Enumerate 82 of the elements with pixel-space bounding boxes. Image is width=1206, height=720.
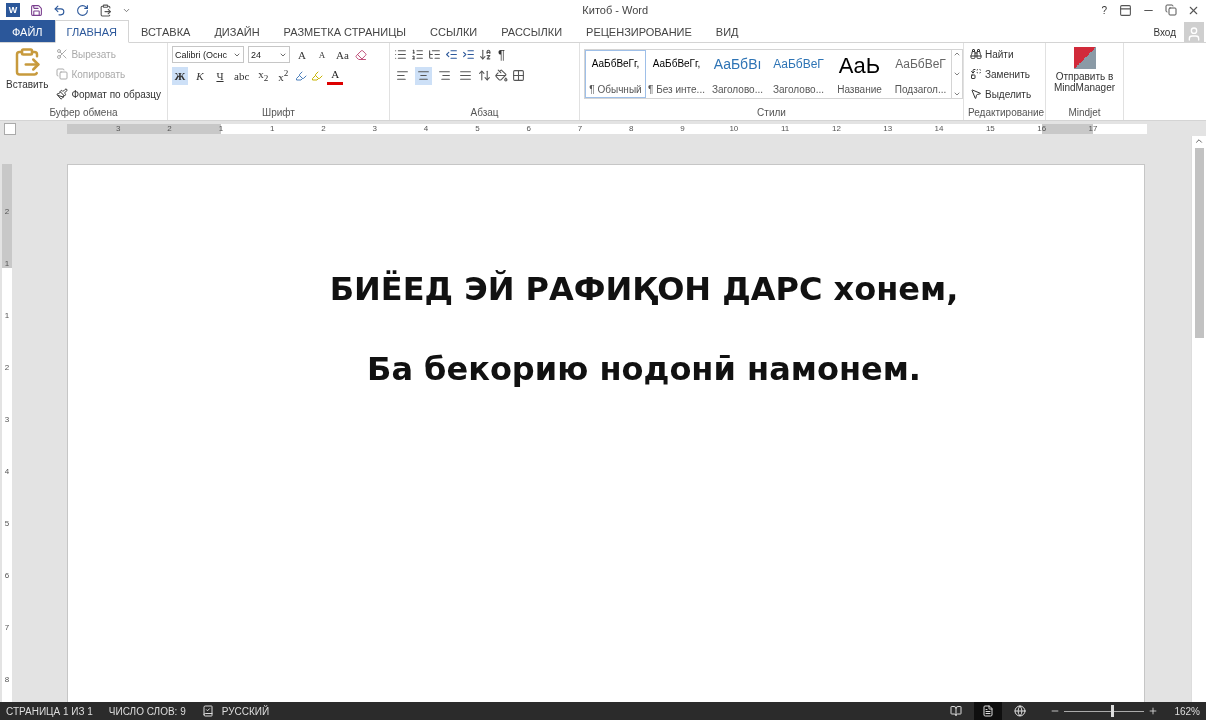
paintbrush-icon (56, 88, 69, 100)
language-label[interactable]: РУССКИЙ (221, 705, 270, 717)
style-item[interactable]: АаБбВеГг, ¶ Обычный (585, 50, 646, 98)
font-color-button[interactable]: A (327, 66, 344, 85)
bullets-icon[interactable] (394, 48, 407, 61)
scrollbar[interactable] (1191, 136, 1206, 702)
chevron-up-icon (1194, 136, 1204, 146)
format-button[interactable]: Ч (212, 66, 228, 85)
view-button[interactable] (974, 702, 1003, 720)
change-case-button[interactable]: Aa (334, 45, 351, 64)
slider-thumb[interactable] (1110, 705, 1114, 717)
group-label: Шрифт (261, 106, 296, 120)
restore-icon[interactable] (1165, 4, 1177, 16)
group-label: Mindjet (1067, 106, 1102, 120)
decrease-indent-icon[interactable] (445, 48, 458, 61)
proofing-icon[interactable] (201, 705, 214, 717)
vertical-ruler[interactable]: 2 1 1 2 3 4 5 6 7 8 (2, 164, 12, 702)
help-button[interactable]: ? (1099, 1, 1109, 19)
redo-icon[interactable] (76, 3, 89, 17)
show-formatting-button[interactable]: ¶ (496, 45, 507, 64)
clipboard-icon[interactable] (99, 3, 112, 17)
zoom-level[interactable]: 162% (1174, 705, 1200, 717)
select-button[interactable]: Выделить (968, 85, 1034, 103)
align-icon (438, 69, 451, 82)
word-count[interactable]: ЧИСЛО СЛОВ: 9 (108, 705, 186, 717)
scissors-icon (56, 48, 69, 60)
eraser-icon[interactable] (354, 48, 367, 61)
document-icon (982, 705, 995, 717)
numbering-icon[interactable] (411, 48, 424, 61)
page-count[interactable]: СТРАНИЦА 1 ИЗ 1 (6, 705, 93, 717)
document-text: Ба бекорию нодонӣ намонем. (366, 350, 921, 388)
replace-button[interactable]: Заменить (968, 65, 1034, 83)
align-icon (417, 69, 430, 82)
ribbon-tab[interactable]: ГЛАВНАЯ (54, 20, 130, 43)
copy-icon (56, 68, 69, 80)
window-title: Китоб - Word (581, 4, 650, 16)
increase-indent-icon[interactable] (462, 48, 475, 61)
mindmanager-button[interactable]: Отправить в MindManager (1050, 45, 1119, 105)
format-button[interactable]: К (192, 66, 208, 85)
file-tab[interactable]: ФАЙЛ (0, 20, 55, 42)
scrollbar-thumb[interactable] (1194, 148, 1204, 338)
mindjet-logo (1073, 47, 1096, 69)
chevron-up-icon (953, 50, 961, 58)
multilevel-list-icon[interactable] (428, 48, 441, 61)
group-label: Буфер обмена (48, 106, 119, 120)
borders-icon[interactable] (512, 69, 525, 82)
gallery-scroll[interactable] (951, 50, 962, 98)
document-page[interactable]: БИЁЕД ЭЙ РАФИҚОН ДАРС хонем, Ба бекорию нодонӣ намонем. (67, 164, 1145, 702)
group-label: Абзац (469, 106, 500, 120)
ribbon-display-icon[interactable] (1119, 3, 1132, 17)
sort-icon[interactable] (479, 48, 492, 61)
align-button[interactable] (415, 66, 432, 85)
paste-button[interactable]: Вставить (4, 45, 51, 105)
globe-icon (1014, 705, 1027, 717)
cursor-icon (970, 88, 982, 100)
replace-icon (970, 68, 982, 80)
undo-icon[interactable] (53, 3, 66, 17)
align-icon (459, 69, 472, 82)
binoculars-icon (970, 48, 982, 60)
app-logo[interactable]: W (6, 3, 20, 17)
font-name-field[interactable]: Calibri (Оснс (172, 46, 244, 63)
grow-font-button[interactable]: A (294, 45, 310, 64)
book-icon (950, 705, 963, 717)
format-painter-button[interactable]: Формат по образцу (54, 85, 164, 103)
chevron-down-icon (953, 70, 961, 78)
chevron-down-icon (953, 90, 961, 98)
format-button[interactable]: x$^{2}$ (275, 66, 292, 85)
font-size-field[interactable]: 24 (248, 46, 290, 63)
align-icon (396, 69, 409, 82)
group-label: Стили (756, 106, 787, 120)
shrink-font-button[interactable]: A (314, 45, 330, 64)
zoom-in-icon[interactable] (1148, 706, 1159, 716)
save-icon[interactable] (30, 3, 43, 17)
horizontal-ruler[interactable]: 3 2 1 1 2 3 4 5 6 7 8 9 10 11 12 13 14 15 16 17 (67, 123, 1147, 134)
format-button[interactable]: abc (232, 66, 252, 85)
format-button[interactable]: Ж (172, 66, 188, 85)
document-text: БИЁЕД ЭЙ РАФИҚОН ДАРС хонем, (328, 270, 959, 308)
format-button[interactable]: x$_{2}$ (255, 66, 272, 85)
sign-in-link[interactable]: Вход (1151, 23, 1178, 41)
find-button[interactable]: Найти (968, 45, 1034, 63)
shading-icon[interactable] (495, 69, 508, 82)
line-spacing-icon[interactable] (478, 69, 491, 82)
